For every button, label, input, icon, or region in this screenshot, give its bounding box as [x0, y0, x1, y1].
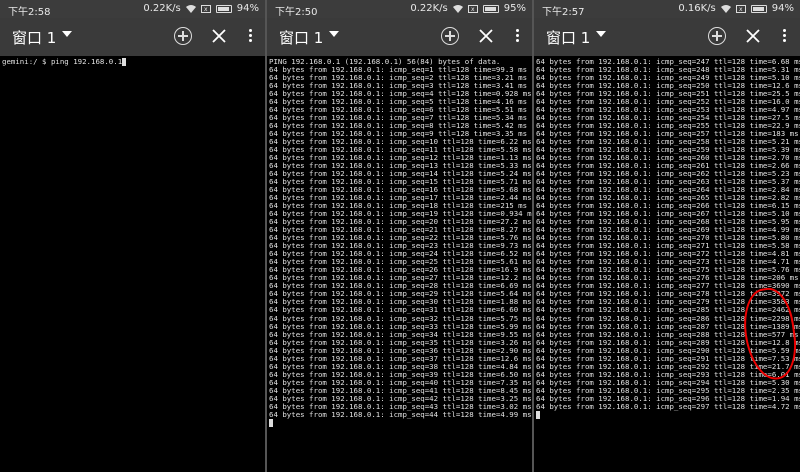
- terminal-output[interactable]: gemini:/ $ ping 192.168.0.1: [2, 58, 265, 472]
- battery-level: 94%: [771, 3, 794, 14]
- terminal-line: [536, 410, 800, 419]
- status-bar: 下午2:50 0.22K/s x 95%: [267, 0, 532, 18]
- terminal-line: 64 bytes from 192.168.0.1: icmp_seq=297 …: [536, 401, 800, 411]
- toolbar: 窗口 1: [534, 18, 800, 56]
- battery-icon: [750, 4, 767, 13]
- close-icon[interactable]: [744, 27, 762, 45]
- chevron-down-icon[interactable]: [62, 31, 72, 37]
- terminal-panel-2: 下午2:50 0.22K/s x 95% 窗口 1 PING 192.168.0…: [267, 0, 532, 472]
- wifi-icon: [452, 4, 463, 13]
- terminal-line: 64 bytes from 192.168.0.1: icmp_seq=44 t…: [269, 409, 532, 419]
- status-bar: 下午2:57 0.16K/s x 94%: [534, 0, 800, 18]
- toolbar: 窗口 1: [267, 18, 532, 56]
- window-tab-title[interactable]: 窗口 1: [12, 27, 56, 48]
- status-bar: 下午2:58 0.22K/s x 94%: [0, 0, 265, 18]
- sim-icon: x: [200, 4, 211, 13]
- status-right: 0.16K/s x 94%: [678, 3, 794, 14]
- battery-level: 94%: [236, 3, 259, 14]
- battery-icon: [215, 4, 232, 13]
- terminal-panel-1: 下午2:58 0.22K/s x 94% 窗口 1 gemini:/ $ pin…: [0, 0, 265, 472]
- more-menu-icon[interactable]: [514, 27, 520, 45]
- chevron-down-icon[interactable]: [596, 31, 606, 37]
- network-speed: 0.22K/s: [143, 3, 181, 14]
- terminal-panel-3: 下午2:57 0.16K/s x 94% 窗口 1 64 bytes from …: [534, 0, 800, 472]
- add-window-button[interactable]: [708, 27, 726, 45]
- sim-icon: x: [735, 4, 746, 13]
- add-window-button[interactable]: [174, 27, 192, 45]
- wifi-icon: [185, 4, 196, 13]
- toolbar: 窗口 1: [0, 18, 265, 56]
- cursor: [536, 410, 540, 419]
- more-menu-icon[interactable]: [781, 27, 787, 45]
- status-right: 0.22K/s x 94%: [143, 3, 259, 14]
- status-time: 下午2:50: [275, 7, 318, 18]
- sim-icon: x: [467, 4, 478, 13]
- network-speed: 0.16K/s: [678, 3, 716, 14]
- terminal-output[interactable]: 64 bytes from 192.168.0.1: icmp_seq=247 …: [536, 58, 800, 472]
- status-time: 下午2:57: [542, 7, 585, 18]
- status-right: 0.22K/s x 95%: [410, 3, 526, 14]
- window-tab-title[interactable]: 窗口 1: [279, 27, 323, 48]
- status-time: 下午2:58: [8, 7, 51, 18]
- close-icon[interactable]: [210, 27, 228, 45]
- battery-level: 95%: [503, 3, 526, 14]
- add-window-button[interactable]: [441, 27, 459, 45]
- more-menu-icon[interactable]: [247, 27, 253, 45]
- close-icon[interactable]: [477, 27, 495, 45]
- network-speed: 0.22K/s: [410, 3, 448, 14]
- terminal-line: gemini:/ $ ping 192.168.0.1: [2, 58, 123, 66]
- battery-icon: [482, 4, 499, 13]
- wifi-icon: [720, 4, 731, 13]
- terminal-line: [269, 418, 532, 427]
- terminal-output[interactable]: PING 192.168.0.1 (192.168.0.1) 56(84) by…: [269, 58, 532, 472]
- chevron-down-icon[interactable]: [329, 31, 339, 37]
- window-tab-title[interactable]: 窗口 1: [546, 27, 590, 48]
- cursor: [122, 58, 127, 66]
- cursor: [269, 418, 273, 427]
